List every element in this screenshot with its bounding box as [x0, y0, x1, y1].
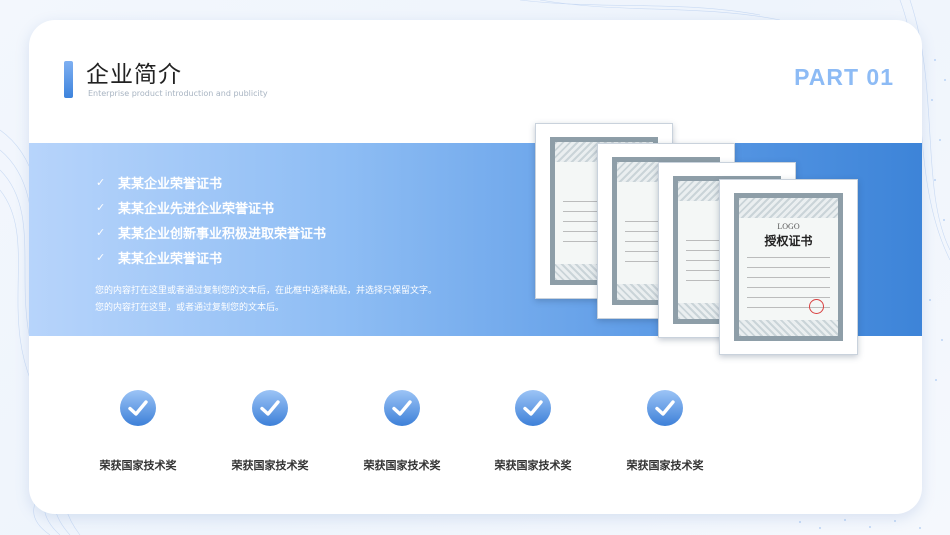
list-item-label: 某某企业荣誉证书	[118, 177, 223, 192]
checkmark-icon: ✓	[96, 201, 106, 214]
check-circle-icon	[120, 390, 156, 426]
honor-list: ✓ 某某企业荣誉证书 ✓ 某某企业先进企业荣誉证书 ✓ 某某企业创新事业积极进取…	[96, 170, 326, 270]
part-label: PART 01	[794, 64, 894, 90]
list-item: ✓ 某某企业荣誉证书	[96, 245, 326, 270]
list-item-label: 某某企业创新事业积极进取荣誉证书	[118, 227, 327, 242]
check-circle-icon	[515, 390, 551, 426]
award-label: 荣获国家技术奖	[99, 459, 177, 472]
award-label: 荣获国家技术奖	[494, 459, 572, 472]
check-circle-icon	[252, 390, 288, 426]
check-circle-icon	[647, 390, 683, 426]
list-item: ✓ 某某企业先进企业荣誉证书	[96, 195, 326, 220]
award-label: 荣获国家技术奖	[626, 459, 704, 472]
seal-icon	[809, 299, 824, 314]
checkmark-icon: ✓	[96, 176, 106, 189]
certificate-image: LOGO 授权证书	[719, 179, 858, 355]
certificate-frame: LOGO 授权证书	[734, 193, 843, 341]
certificate-logo: LOGO	[777, 222, 800, 231]
certificate-title: 授权证书	[764, 234, 813, 248]
award-label: 荣获国家技术奖	[231, 459, 309, 472]
checkmark-icon: ✓	[96, 226, 106, 239]
awards-row: 荣获国家技术奖 荣获国家技术奖 荣获国家技术奖 荣获国家技术奖 荣获国家技术奖	[29, 390, 922, 480]
award-item: 荣获国家技术奖	[347, 390, 457, 473]
award-item: 荣获国家技术奖	[610, 390, 720, 473]
list-item: ✓ 某某企业荣誉证书	[96, 170, 326, 195]
check-circle-icon	[384, 390, 420, 426]
list-item-label: 某某企业荣誉证书	[118, 252, 223, 267]
list-item-label: 某某企业先进企业荣誉证书	[118, 202, 275, 217]
description-line: 您的内容打在这里或者通过复制您的文本后，在此框中选择粘贴，并选择只保留文字。	[95, 286, 438, 296]
description-line: 您的内容打在这里，或者通过复制您的文本后。	[95, 303, 285, 313]
list-item: ✓ 某某企业创新事业积极进取荣誉证书	[96, 220, 326, 245]
title-accent-bar	[64, 61, 73, 98]
award-item: 荣获国家技术奖	[215, 390, 325, 473]
checkmark-icon: ✓	[96, 251, 106, 264]
award-item: 荣获国家技术奖	[83, 390, 193, 473]
award-label: 荣获国家技术奖	[363, 459, 441, 472]
page-title: 企业简介	[86, 62, 182, 88]
award-item: 荣获国家技术奖	[478, 390, 588, 473]
banner-description: 您的内容打在这里或者通过复制您的文本后，在此框中选择粘贴，并选择只保留文字。 您…	[95, 283, 505, 317]
page-subtitle: Enterprise product introduction and publ…	[88, 89, 268, 98]
